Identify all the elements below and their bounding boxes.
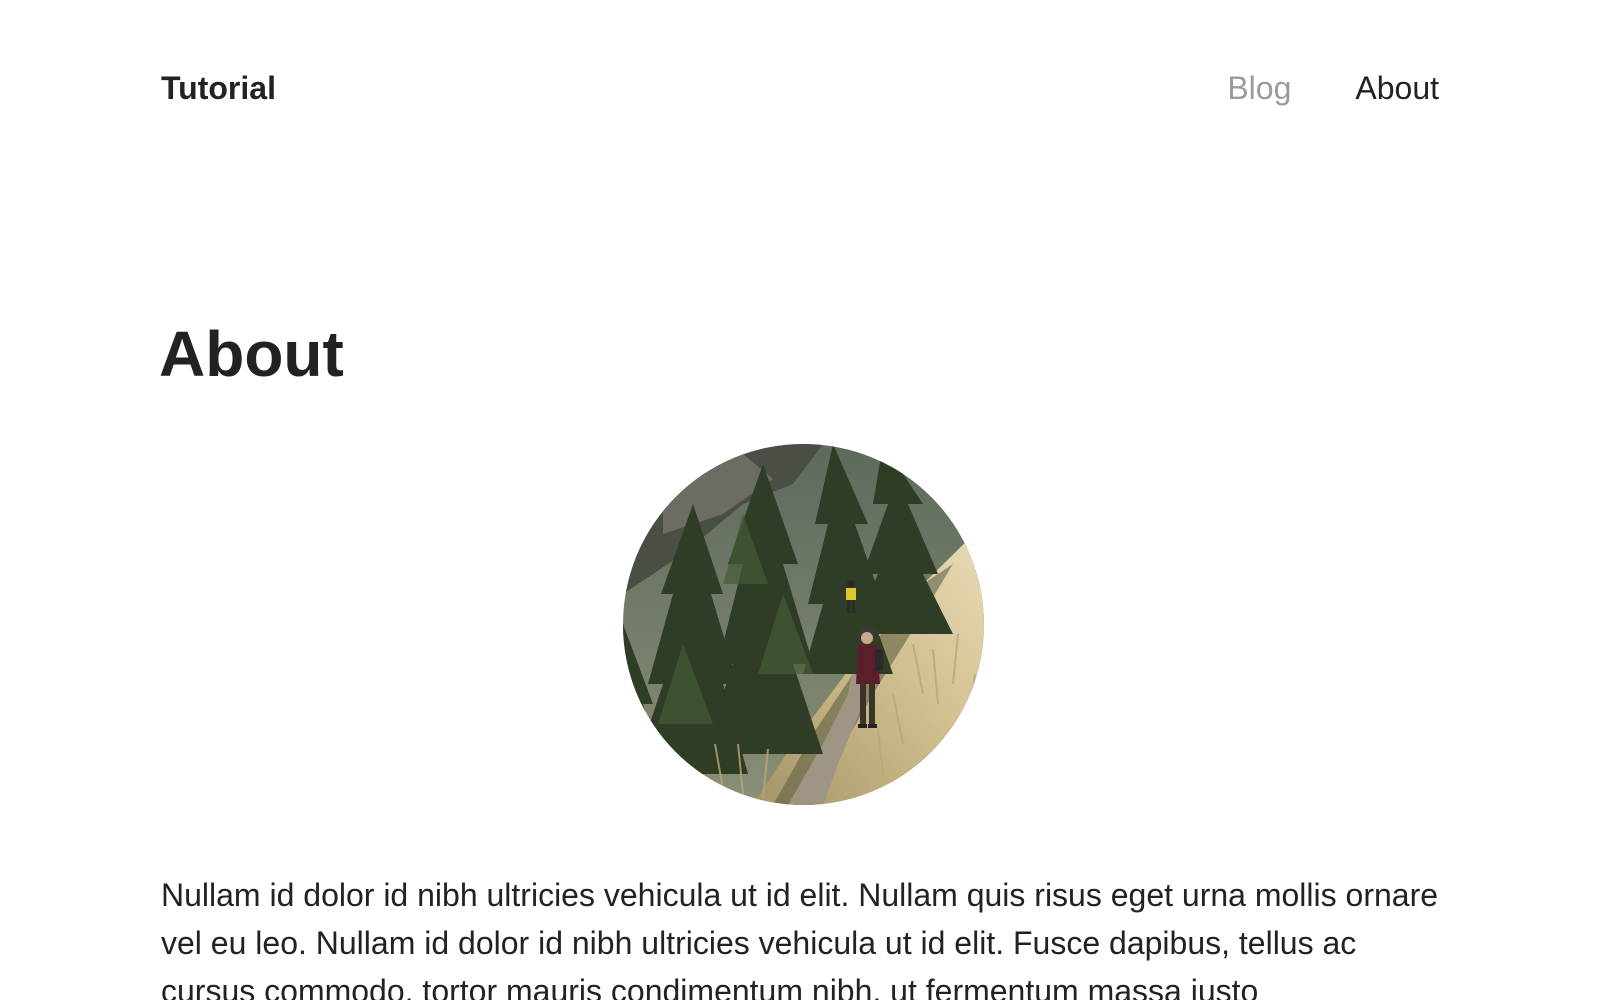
main-nav: Blog About [1227,66,1439,110]
page-title: About [159,318,344,390]
page: Tutorial Blog About About Nullam id dolo… [0,0,1600,1000]
profile-photo [623,444,984,805]
nav-item-about[interactable]: About [1355,66,1439,110]
nav-item-blog[interactable]: Blog [1227,66,1291,110]
about-body-text: Nullam id dolor id nibh ultricies vehicu… [161,877,1439,1000]
site-header: Tutorial Blog About [161,66,1439,110]
site-title-link[interactable]: Tutorial [161,66,276,110]
